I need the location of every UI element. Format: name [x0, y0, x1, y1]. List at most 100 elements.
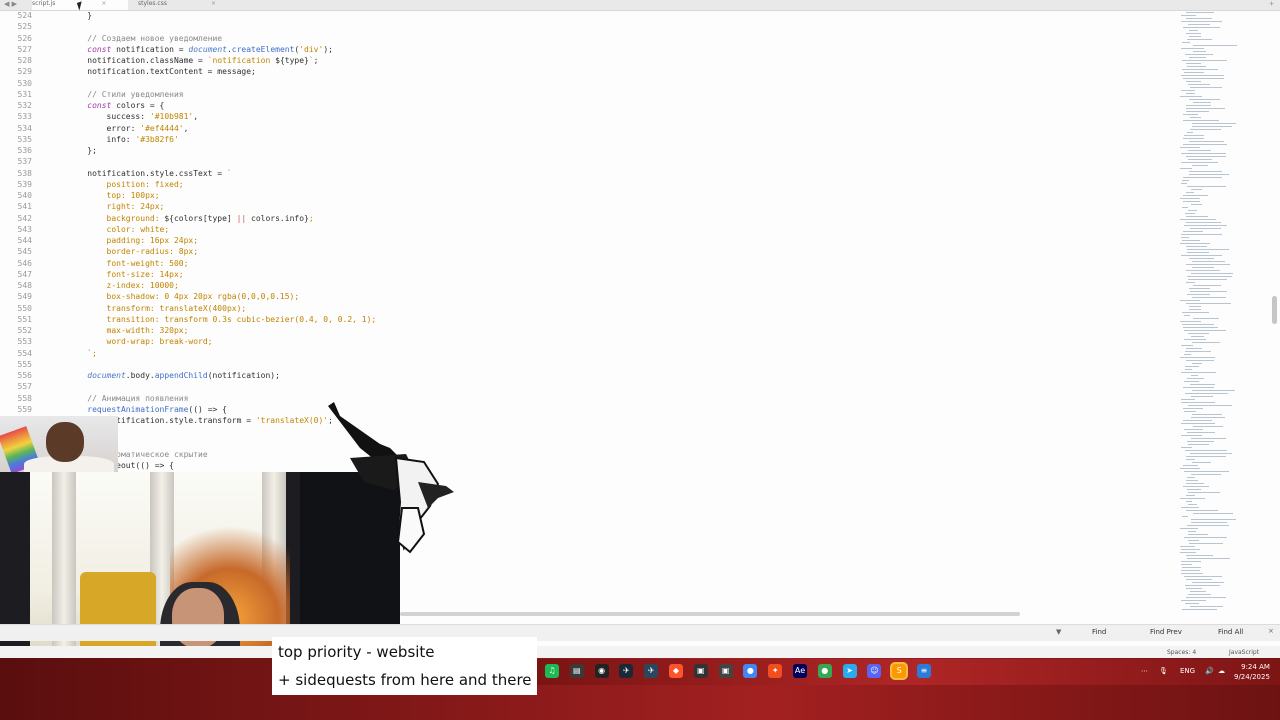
code-line[interactable]: document.body.appendChild(notification);	[68, 370, 376, 381]
close-icon[interactable]: ×	[1268, 627, 1274, 635]
code-line[interactable]	[68, 78, 376, 89]
notepad-icon[interactable]: ≡	[917, 664, 931, 678]
microphone-icon[interactable]: 🎙	[1159, 667, 1168, 675]
close-icon[interactable]: ×	[211, 0, 216, 7]
code-line[interactable]: font-weight: 500;	[68, 258, 376, 269]
minimap-line	[1192, 165, 1208, 166]
code-line[interactable]: const colors = {	[68, 100, 376, 111]
code-line[interactable]: notification.style.cssText = `	[68, 168, 376, 179]
minimap-line	[1180, 96, 1202, 97]
spotify-icon[interactable]: ♫	[545, 664, 559, 678]
line-number: 535	[17, 134, 32, 144]
code-token: background:	[68, 213, 165, 223]
vertical-scrollbar[interactable]	[1272, 296, 1277, 324]
code-line[interactable]	[68, 156, 376, 167]
find-prev-button[interactable]: Find Prev	[1150, 628, 1182, 636]
code-line[interactable]: transform: translateX(400px);	[68, 303, 376, 314]
code-line[interactable]: top: 100px;	[68, 190, 376, 201]
minimap-line	[1188, 405, 1232, 406]
code-line[interactable]: error: '#ef4444',	[68, 123, 376, 134]
code-line[interactable]: transition: transform 0.3s cubic-bezier(…	[68, 314, 377, 325]
code-line[interactable]	[68, 381, 376, 392]
code-line[interactable]: };	[68, 145, 376, 156]
minimap-line	[1186, 12, 1214, 13]
app-icon[interactable]: ▣	[693, 664, 708, 678]
code-line[interactable]: `;	[68, 348, 376, 359]
line-number: 548	[17, 281, 32, 290]
code-line[interactable]: box-shadow: 0 4px 20px rgba(0,0,0,0.15);	[68, 291, 376, 302]
code-line[interactable]: word-wrap: break-word;	[68, 336, 376, 347]
telegram-icon[interactable]: ➤	[842, 664, 857, 678]
code-line[interactable]: border-radius: 8px;	[68, 246, 376, 257]
code-line[interactable]: info: '#3b82f6'	[68, 134, 376, 145]
minimap-line	[1186, 303, 1231, 304]
code-token: ${colors[type]	[164, 213, 237, 223]
language-indicator[interactable]: ENG	[1180, 667, 1195, 675]
minimap-line	[1192, 342, 1220, 343]
find-all-button[interactable]: Find All	[1218, 628, 1243, 636]
code-line[interactable]: font-size: 14px;	[68, 269, 376, 280]
code-line[interactable]: padding: 16px 24px;	[68, 235, 376, 246]
network-icon[interactable]: ☁	[1218, 667, 1225, 675]
discord-icon[interactable]: ☺	[867, 664, 882, 678]
chrome-icon[interactable]: ●	[743, 664, 758, 678]
horizontal-scrollbar[interactable]	[400, 612, 1020, 616]
line-number: 537	[17, 157, 32, 167]
line-number-gutter: 524 525 526 527 528 529 530 531 532 533 534 535 536 5…	[0, 10, 46, 471]
code-line[interactable]: right: 24px;	[68, 201, 376, 212]
status-bar: Spaces: 4 JavaScript	[0, 646, 1280, 658]
close-icon[interactable]: ×	[101, 0, 106, 7]
code-line[interactable]: // Стили уведомления	[68, 89, 376, 100]
figma-icon[interactable]: ✦	[768, 664, 783, 678]
code-line[interactable]: position: fixed;	[68, 179, 376, 190]
indentation-setting[interactable]: Spaces: 4	[1167, 649, 1196, 656]
minimap-line	[1186, 483, 1204, 484]
minimap[interactable]	[1176, 10, 1272, 610]
code-line[interactable]	[68, 359, 376, 370]
code-line[interactable]: color: white;	[68, 224, 376, 235]
code-line[interactable]: background: ${colors[type] || colors.inf…	[68, 213, 376, 224]
minimap-line	[1189, 306, 1201, 307]
notes-icon[interactable]: ▤	[569, 664, 584, 678]
code-line[interactable]: z-index: 10000;	[68, 280, 376, 291]
minimap-line	[1181, 21, 1222, 22]
minimap-line	[1184, 429, 1203, 430]
line-number: 545	[17, 247, 32, 257]
steam-alt-icon[interactable]: ✈	[644, 664, 659, 678]
minimap-line	[1181, 153, 1226, 154]
find-options-icon[interactable]: ▼	[1056, 628, 1061, 636]
app-alt-icon[interactable]: ▣	[718, 664, 733, 678]
minimap-line	[1187, 525, 1229, 526]
code-line[interactable]: notification.className = `notification $…	[68, 55, 376, 66]
new-tab-icon[interactable]: +	[1269, 0, 1274, 8]
code-line[interactable]: max-width: 320px;	[68, 325, 376, 336]
tab-styles-css[interactable]: styles.css ×	[138, 0, 234, 10]
minimap-line	[1190, 591, 1206, 592]
brave-icon[interactable]: ◆	[669, 664, 683, 678]
code-token: 'translateX(0)'	[255, 416, 329, 425]
minimap-line	[1180, 300, 1200, 301]
show-hidden-icons-icon[interactable]: ⋯	[1141, 667, 1148, 675]
chrome-alt-icon[interactable]: ●	[817, 664, 832, 678]
code-line[interactable]: success: '#10b981',	[68, 111, 376, 122]
after-effects-icon[interactable]: Ae	[793, 664, 807, 678]
code-line[interactable]: }	[68, 10, 376, 21]
code-line[interactable]: // Создаем новое уведомление	[68, 33, 376, 44]
code-token: notification.textContent = message;	[68, 67, 256, 77]
github-icon[interactable]: ◉	[594, 664, 609, 678]
minimap-line	[1189, 258, 1214, 259]
code-line[interactable]	[68, 21, 376, 32]
code-line[interactable]: const notification = document.createElem…	[68, 44, 376, 55]
code-token: font-weight: 500;	[68, 258, 189, 268]
sublime-text-icon[interactable]: S	[892, 664, 907, 678]
steam-icon[interactable]: ✈	[619, 664, 634, 678]
system-clock[interactable]: 9:24 AM 9/24/2025	[1234, 662, 1270, 682]
minimap-line	[1186, 588, 1202, 589]
tab-nav-arrows-icon[interactable]: ◀ ▶	[4, 0, 17, 8]
syntax-setting[interactable]: JavaScript	[1229, 649, 1259, 656]
minimap-line	[1186, 156, 1226, 157]
code-token: position: fixed;	[68, 179, 184, 189]
volume-icon[interactable]: 🔊	[1205, 667, 1214, 675]
code-line[interactable]: notification.textContent = message;	[68, 66, 376, 77]
find-button[interactable]: Find	[1092, 628, 1106, 636]
